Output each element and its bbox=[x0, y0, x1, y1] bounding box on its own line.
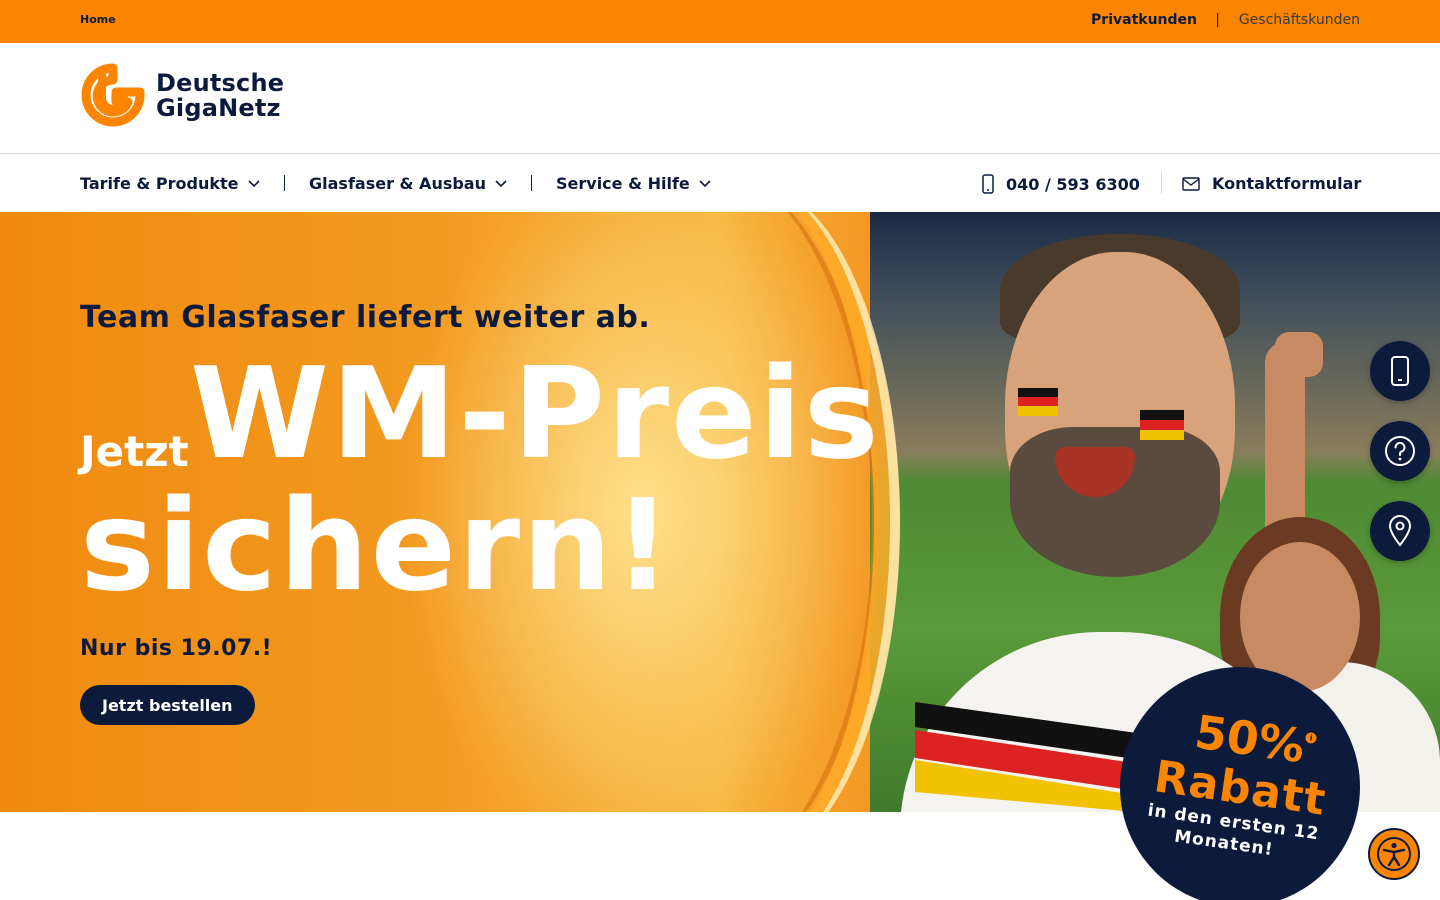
hero-text-block: Team Glasfaser liefert weiter ab. Jetzt … bbox=[80, 212, 900, 812]
segment-business-link[interactable]: Geschäftskunden bbox=[1239, 12, 1360, 28]
giganetz-g-logo-icon bbox=[81, 63, 145, 127]
nav-divider bbox=[531, 175, 532, 191]
hero-headline-line2: sichern! bbox=[80, 472, 674, 619]
chevron-down-icon bbox=[495, 179, 507, 187]
order-now-button[interactable]: Jetzt bestellen bbox=[80, 685, 255, 725]
breadcrumb-home[interactable]: Home bbox=[80, 13, 116, 26]
face-flag-left bbox=[1018, 388, 1058, 416]
brand-line1: Deutsche bbox=[156, 69, 285, 97]
main-navigation: Tarife & Produkte Glasfaser & Ausbau Ser… bbox=[0, 154, 1440, 212]
info-icon[interactable]: i bbox=[1304, 731, 1318, 745]
mobile-phone-icon bbox=[982, 174, 994, 194]
accessibility-icon bbox=[1377, 837, 1411, 871]
segment-private-link[interactable]: Privatkunden bbox=[1091, 12, 1197, 28]
face-flag-right bbox=[1140, 410, 1184, 440]
hero-kicker: Team Glasfaser liefert weiter ab. bbox=[80, 300, 651, 335]
chevron-down-icon bbox=[699, 179, 711, 187]
nav-phone-link[interactable]: 040 / 593 6300 bbox=[982, 174, 1140, 194]
discount-badge[interactable]: 50% i Rabatt in den ersten 12 Monaten! bbox=[1120, 667, 1360, 900]
side-help-button[interactable] bbox=[1370, 421, 1430, 481]
hero-headline-prefix: Jetzt bbox=[80, 427, 189, 476]
nav-divider-right bbox=[1161, 172, 1162, 194]
contact-form-label: Kontaktformular bbox=[1212, 174, 1362, 193]
brand-logo[interactable]: Deutsche GigaNetz bbox=[80, 62, 284, 130]
nav-contact-form-link[interactable]: Kontaktformular bbox=[1182, 174, 1361, 193]
envelope-icon bbox=[1182, 176, 1200, 191]
logo-header: Deutsche GigaNetz bbox=[0, 43, 1440, 154]
brand-wordmark: Deutsche GigaNetz bbox=[156, 71, 284, 121]
question-icon bbox=[1385, 436, 1415, 466]
map-pin-icon bbox=[1388, 515, 1412, 547]
nav-tarife-produkte[interactable]: Tarife & Produkte bbox=[80, 174, 260, 193]
segment-separator: | bbox=[1215, 12, 1220, 28]
fan-fist bbox=[1275, 332, 1323, 377]
nav-glasfaser-ausbau[interactable]: Glasfaser & Ausbau bbox=[309, 174, 507, 193]
nav-service-hilfe[interactable]: Service & Hilfe bbox=[556, 174, 711, 193]
hero-deadline: Nur bis 19.07.! bbox=[80, 636, 273, 661]
phone-number: 040 / 593 6300 bbox=[1006, 174, 1140, 194]
chevron-down-icon bbox=[247, 179, 260, 187]
accessibility-button[interactable] bbox=[1368, 828, 1420, 880]
side-location-button[interactable] bbox=[1370, 501, 1430, 561]
nav-divider bbox=[284, 175, 285, 191]
nav-item-label: Glasfaser & Ausbau bbox=[309, 174, 486, 193]
brand-line2: GigaNetz bbox=[156, 94, 281, 122]
nav-item-label: Tarife & Produkte bbox=[80, 174, 239, 193]
hero-headline: WM-Preis bbox=[190, 340, 881, 487]
mobile-phone-icon bbox=[1391, 356, 1409, 386]
top-utility-bar: Home Privatkunden | Geschäftskunden bbox=[0, 0, 1440, 43]
nav-item-label: Service & Hilfe bbox=[556, 174, 690, 193]
side-call-button[interactable] bbox=[1370, 341, 1430, 401]
